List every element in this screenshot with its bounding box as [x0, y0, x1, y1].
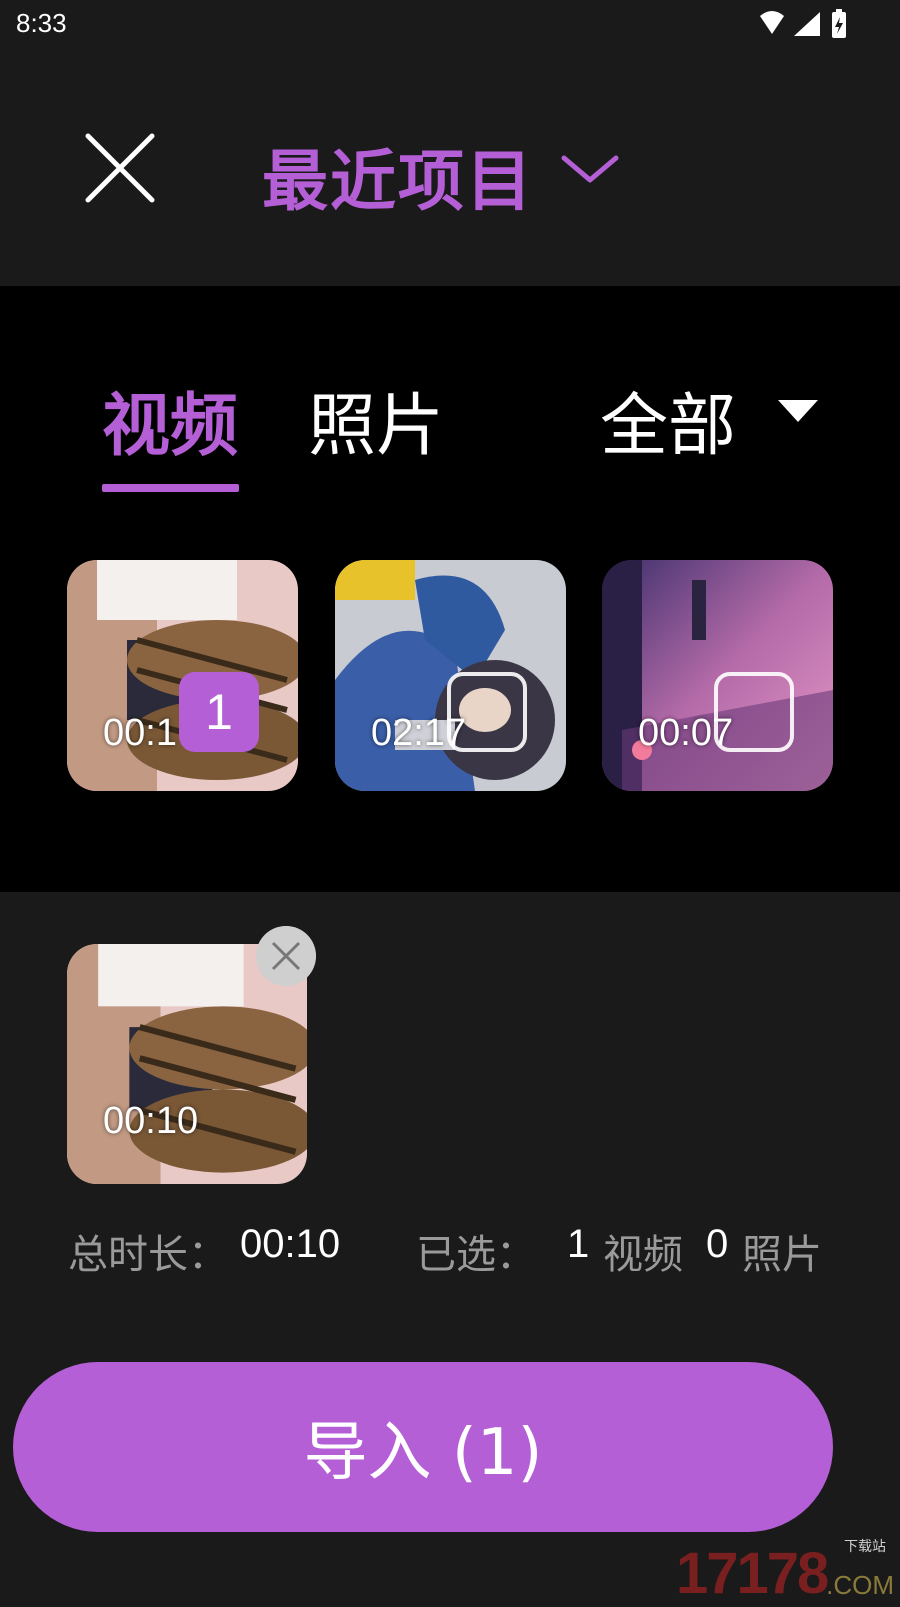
close-icon[interactable] [80, 128, 160, 208]
total-duration-value: 00:10 [240, 1222, 341, 1266]
selection-checkbox[interactable] [447, 672, 527, 752]
filter-dropdown[interactable]: 全部 [600, 370, 736, 469]
video-thumbnail [602, 560, 833, 791]
video-word: 视频 [603, 1233, 683, 1277]
media-item-2[interactable]: 02:17 [335, 560, 566, 791]
active-tab-indicator [102, 484, 239, 492]
wifi-icon [760, 11, 784, 34]
watermark-logo: 17178 下载站 .COM [676, 1530, 900, 1606]
album-title[interactable]: 最近项目 [262, 128, 534, 224]
media-item-3[interactable]: 00:07 [602, 560, 833, 791]
duration-label: 00:10 [103, 1100, 199, 1142]
selection-checkbox[interactable]: 1 [179, 672, 259, 752]
tab-video[interactable]: 视频 [102, 370, 238, 469]
chevron-down-icon[interactable] [560, 150, 620, 190]
video-thumbnail [67, 560, 298, 791]
media-item-1[interactable]: 00:1 1 [67, 560, 298, 791]
tab-photo[interactable]: 照片 [308, 370, 444, 469]
remove-icon[interactable] [256, 926, 316, 986]
status-time: 8:33 [16, 8, 67, 38]
status-icons [760, 9, 846, 38]
video-count: 1 [567, 1222, 590, 1266]
watermark-sub: 下载站 [844, 1539, 886, 1555]
selection-checkbox[interactable] [714, 672, 794, 752]
watermark-number: 17178 [676, 1541, 829, 1606]
import-button[interactable]: 导入 (1) [13, 1362, 833, 1532]
selected-label: 已选： [416, 1233, 536, 1277]
total-duration-label: 总时长： [68, 1233, 228, 1277]
signal-icon [794, 12, 820, 36]
photo-count: 0 [706, 1222, 729, 1266]
photo-word: 照片 [742, 1233, 822, 1277]
caret-down-icon[interactable] [778, 398, 818, 424]
duration-label: 00:1 [103, 712, 177, 754]
video-thumbnail [335, 560, 566, 791]
watermark-com: .COM [826, 1570, 894, 1600]
